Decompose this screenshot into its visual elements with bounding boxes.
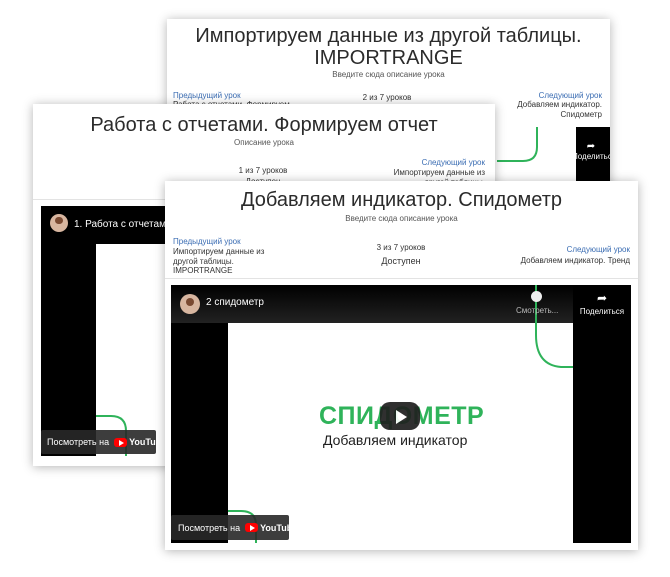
lesson-card-speedometer: Добавляем индикатор. Спидометр Введите с…	[165, 181, 638, 550]
next-lesson-link[interactable]: Следующий урок	[422, 158, 485, 167]
lesson-status: Доступен	[381, 256, 421, 266]
lesson-counter: 1 из 7 уроков	[238, 166, 288, 175]
prev-lesson-link[interactable]: Предыдущий урок	[173, 237, 241, 246]
video-title[interactable]: 2 спидометр	[206, 297, 264, 308]
watch-on-youtube[interactable]: Посмотреть на YouTube	[171, 515, 297, 540]
watch-later-button[interactable]	[511, 139, 531, 149]
lesson-title: Импортируем данные из другой таблицы. IM…	[195, 25, 582, 69]
divider	[165, 278, 638, 279]
channel-avatar[interactable]	[50, 214, 68, 232]
watch-later-button[interactable]: Смотреть...	[516, 291, 558, 315]
clock-icon	[530, 291, 542, 302]
lesson-description: Введите сюда описание урока	[332, 70, 445, 79]
video-title[interactable]: 1. Работа с отчетами	[74, 219, 172, 230]
next-lesson-title[interactable]: Добавляем индикатор. Тренд	[521, 256, 630, 266]
lesson-description: Введите сюда описание урока	[345, 214, 458, 223]
share-button[interactable]: ➦ Поделиться	[573, 291, 631, 316]
lesson-description: Описание урока	[234, 138, 294, 147]
prev-lesson-title[interactable]: Импортируем данные из другой таблицы. IM…	[173, 247, 264, 276]
youtube-play-icon	[245, 523, 259, 532]
next-lesson-link[interactable]: Следующий урок	[567, 245, 630, 254]
next-lesson-title[interactable]: Добавляем индикатор. Спидометр	[517, 100, 602, 119]
lesson-counter: 2 из 7 уроков	[362, 93, 412, 102]
next-lesson-link[interactable]: Следующий урок	[539, 91, 602, 100]
watch-on-youtube[interactable]: Посмотреть на YouTube	[41, 430, 166, 454]
lesson-counter: 3 из 7 уроков	[376, 243, 426, 252]
slide-subheading: Добавляем индикатор	[323, 432, 468, 448]
lesson-title: Работа с отчетами. Формируем отчет	[90, 114, 438, 136]
share-button[interactable]: ➦ Поделиться	[572, 141, 610, 161]
youtube-logo: YouTube	[114, 437, 166, 447]
video-player[interactable]: 2 спидометр Смотреть... ➦ Поделиться СПИ…	[171, 285, 631, 543]
share-icon: ➦	[596, 291, 608, 305]
lesson-title: Добавляем индикатор. Спидометр	[240, 189, 563, 211]
youtube-play-icon	[114, 437, 128, 447]
channel-avatar[interactable]	[180, 294, 200, 314]
play-button[interactable]	[380, 402, 420, 430]
clock-icon	[516, 139, 526, 149]
share-icon: ➦	[586, 141, 596, 152]
prev-lesson-link[interactable]: Предыдущий урок	[173, 91, 241, 100]
youtube-logo: YouTube	[245, 523, 297, 533]
